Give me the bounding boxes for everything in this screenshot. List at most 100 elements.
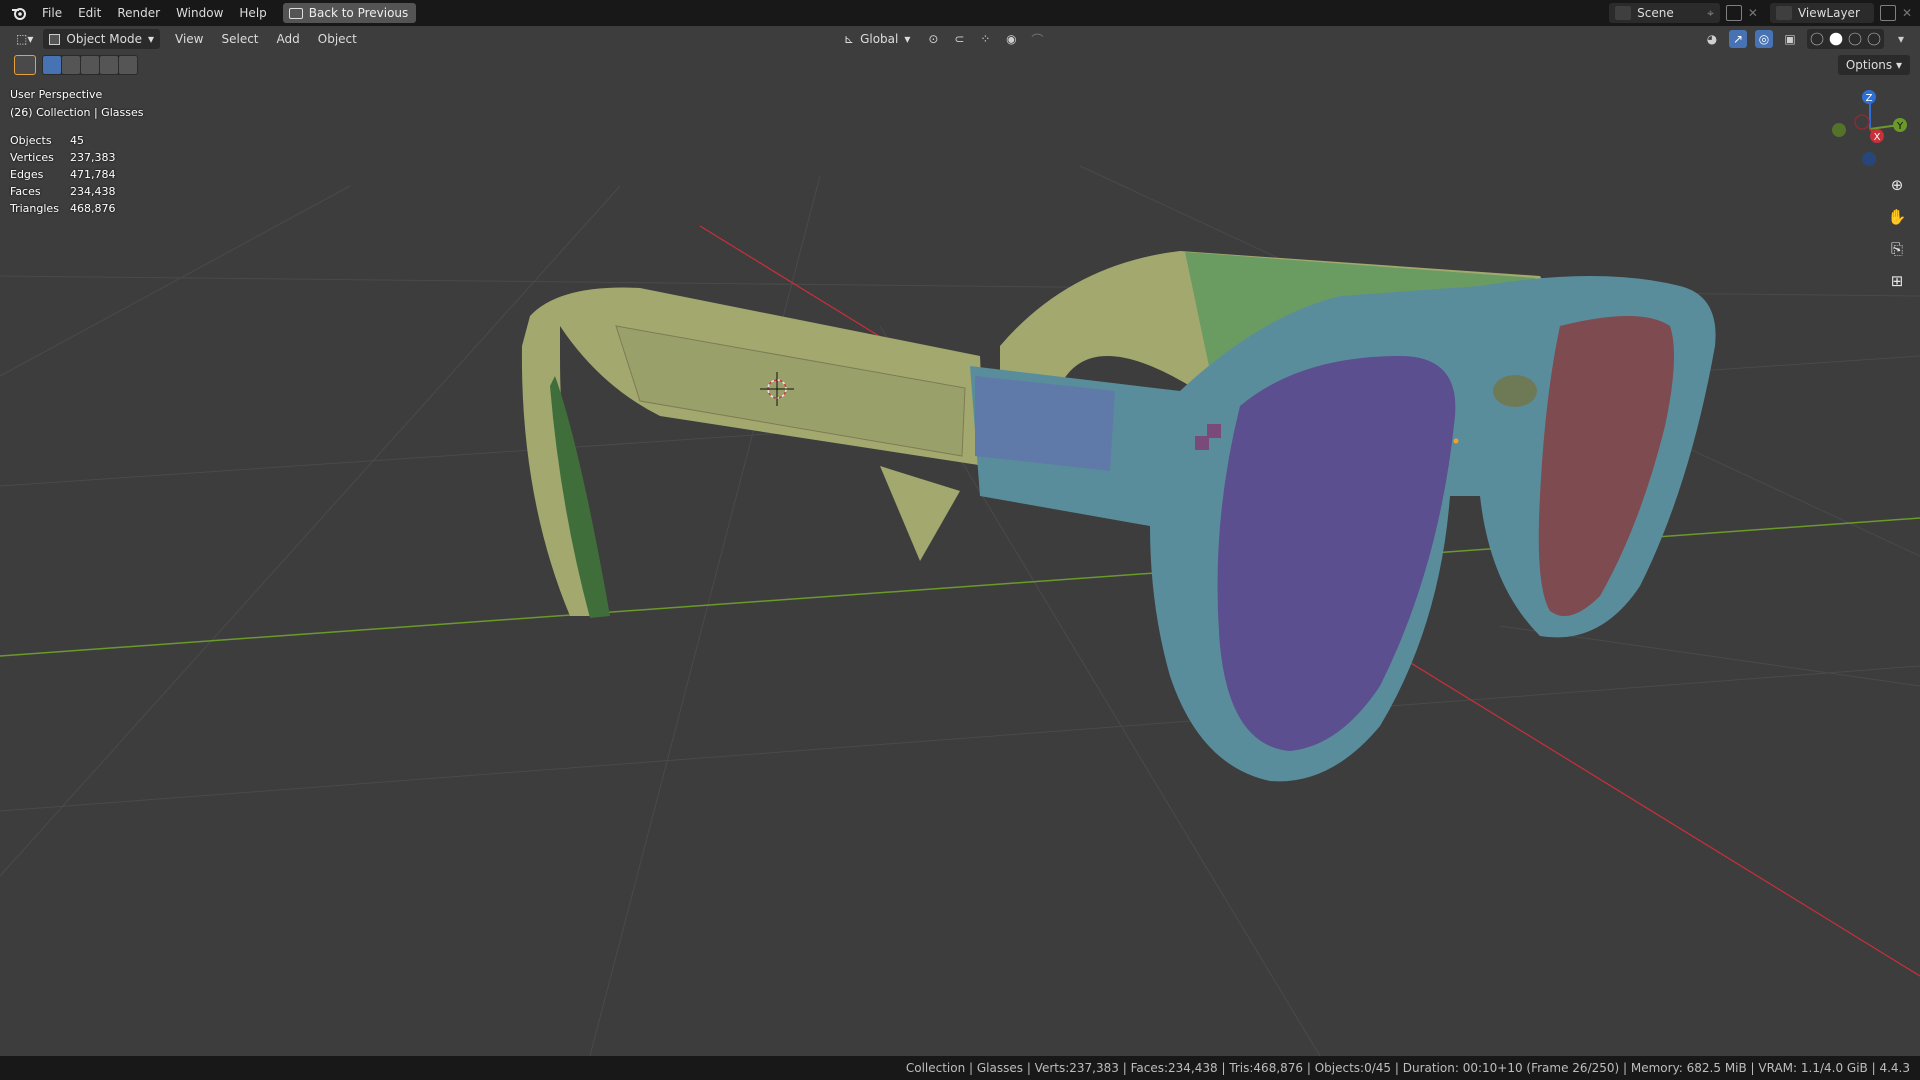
orientation-label: Global: [860, 32, 899, 46]
stat-row: Faces 234,438: [10, 183, 143, 200]
stat-label: Faces: [10, 185, 41, 198]
viewport-navigation: ⊕ ✋ ⎘ ⊞: [1884, 172, 1910, 294]
snap-target-icon[interactable]: ⁘: [976, 30, 994, 48]
gizmo-neg-y-ball[interactable]: [1832, 123, 1846, 137]
delete-scene-icon[interactable]: ✕: [1748, 6, 1758, 20]
pin-icon[interactable]: ⌖: [1707, 6, 1714, 21]
grid-icon[interactable]: ⊞: [1884, 268, 1910, 294]
left-lens[interactable]: [1217, 356, 1456, 751]
shading-options-chevron-icon[interactable]: ▾: [1892, 30, 1910, 48]
stat-label: Vertices: [10, 151, 54, 164]
proportional-edit-icon[interactable]: ◉: [1002, 30, 1020, 48]
delete-view-layer-icon[interactable]: ✕: [1902, 6, 1912, 20]
select-new-icon[interactable]: [43, 56, 61, 74]
options-dropdown[interactable]: Options ▾: [1837, 55, 1910, 75]
camera-icon[interactable]: ⎘: [1884, 236, 1910, 262]
mode-selector[interactable]: Object Mode ▾: [43, 29, 160, 49]
menu-help[interactable]: Help: [231, 2, 274, 24]
new-scene-icon[interactable]: [1725, 5, 1742, 21]
stat-value: 234,438: [70, 185, 116, 198]
stat-label: Objects: [10, 134, 52, 147]
new-view-layer-icon[interactable]: [1879, 5, 1896, 21]
menu-edit[interactable]: Edit: [70, 2, 109, 24]
orientation-icon: ⊾: [844, 32, 855, 46]
stat-value: 45: [70, 134, 84, 147]
gizmo-x-label: X: [1874, 132, 1881, 143]
top-menu-bar: File Edit Render Window Help Back to Pre…: [0, 0, 1920, 26]
menu-select[interactable]: Select: [212, 29, 267, 49]
3d-viewport[interactable]: Z Y X ⬚▾ Object Mode ▾ View Select Add O…: [0, 26, 1920, 1056]
solid-shading-icon[interactable]: [1829, 32, 1843, 46]
active-collection: (26) Collection | Glasses: [10, 106, 144, 119]
object-mode-icon: [49, 33, 61, 45]
gizmo-toggle-icon[interactable]: ↗: [1729, 30, 1747, 48]
frame-logo-square-1: [1195, 436, 1209, 450]
stat-row: Objects 45: [10, 132, 143, 149]
select-intersect-icon[interactable]: [119, 56, 137, 74]
selection-mode-group: [42, 55, 138, 75]
menu-object[interactable]: Object: [309, 29, 366, 49]
falloff-icon[interactable]: ⌒: [1028, 30, 1046, 48]
select-tool-row: [14, 55, 138, 75]
status-bar: Collection | Glasses | Verts:237,383 | F…: [0, 1056, 1920, 1080]
viewport-header: ⬚▾ Object Mode ▾ View Select Add Object …: [0, 26, 1920, 52]
overlay-toggle-icon[interactable]: ◎: [1755, 30, 1773, 48]
back-to-previous-label: Back to Previous: [308, 6, 409, 20]
menu-view[interactable]: View: [166, 29, 212, 49]
menu-file[interactable]: File: [34, 2, 70, 24]
rendered-shading-icon[interactable]: [1867, 32, 1881, 46]
gizmo-neg-z-ball[interactable]: [1862, 152, 1876, 166]
options-label: Options: [1845, 58, 1893, 72]
scene-icon: [1615, 6, 1632, 20]
xray-toggle-icon[interactable]: ▣: [1781, 30, 1799, 48]
select-extend-icon[interactable]: [62, 56, 80, 74]
blender-logo-icon[interactable]: [10, 4, 28, 22]
status-info: Collection | Glasses | Verts:237,383 | F…: [905, 1061, 1910, 1075]
hinge-plate: [975, 376, 1115, 471]
editor-type-icon: ⬚▾: [16, 32, 34, 46]
back-to-previous-button[interactable]: Back to Previous: [282, 3, 417, 23]
viewport-scene[interactable]: Z Y X: [0, 26, 1920, 1056]
orientation-selector[interactable]: ⊾ Global ▾: [838, 29, 916, 49]
transform-tools: ⊾ Global ▾ ⊙ ⊂ ⁘ ◉ ⌒: [838, 29, 1046, 49]
pivot-icon[interactable]: ⊙: [924, 30, 942, 48]
frame-logo-square-2: [1207, 424, 1221, 438]
temple-hinge-fin: [880, 466, 960, 561]
top-right-controls: Scene ⌖ ✕ ViewLayer ✕: [1609, 0, 1920, 26]
pan-icon[interactable]: ✋: [1884, 204, 1910, 230]
view-layer-icon: [1775, 6, 1792, 20]
nose-bridge-badge: [1493, 375, 1537, 407]
viewport-right-tools: ◕ ↗ ◎ ▣ ▾: [1703, 29, 1910, 49]
stat-label: Edges: [10, 168, 44, 181]
snap-icon[interactable]: ⊂: [950, 30, 968, 48]
visibility-icon[interactable]: ◕: [1703, 30, 1721, 48]
chevron-down-icon: ▾: [904, 32, 911, 46]
view-layer-selector[interactable]: ViewLayer: [1769, 3, 1874, 23]
wireframe-shading-icon[interactable]: [1810, 32, 1824, 46]
zoom-icon[interactable]: ⊕: [1884, 172, 1910, 198]
origin-point: [1453, 438, 1459, 444]
navigation-gizmo[interactable]: Z Y X: [1832, 90, 1907, 166]
menu-window[interactable]: Window: [168, 2, 231, 24]
select-subtract-icon[interactable]: [81, 56, 99, 74]
view-name: User Perspective: [10, 88, 103, 101]
viewport-info-overlay: User Perspective (26) Collection | Glass…: [10, 86, 143, 217]
view-layer-name: ViewLayer: [1797, 6, 1860, 20]
select-box-tool-icon[interactable]: [14, 55, 36, 75]
select-difference-icon[interactable]: [100, 56, 118, 74]
stat-value: 237,383: [70, 151, 116, 164]
chevron-down-icon: ▾: [147, 32, 154, 46]
menu-render[interactable]: Render: [109, 2, 168, 24]
scene-name: Scene: [1637, 6, 1674, 20]
right-lens[interactable]: [1538, 316, 1674, 616]
gizmo-neg-x-ball[interactable]: [1854, 114, 1870, 130]
menu-add[interactable]: Add: [268, 29, 309, 49]
mode-label: Object Mode: [66, 32, 142, 46]
editor-type-button[interactable]: ⬚▾: [10, 29, 39, 49]
scene-selector[interactable]: Scene ⌖: [1609, 3, 1720, 23]
stat-value: 468,876: [70, 202, 116, 215]
screen-icon: [288, 7, 303, 19]
material-shading-icon[interactable]: [1848, 32, 1862, 46]
shading-modes: [1807, 29, 1884, 49]
stat-row: Edges 471,784: [10, 166, 143, 183]
